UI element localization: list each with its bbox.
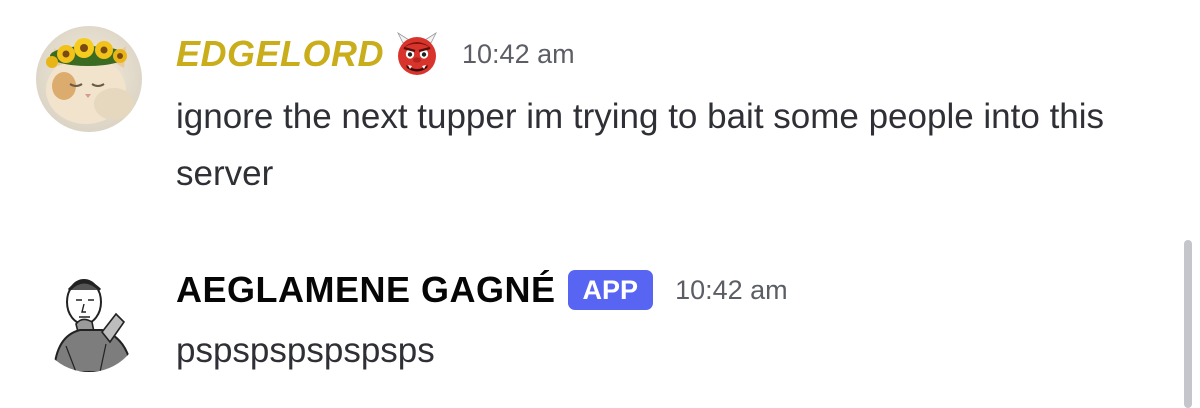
message-content: ignore the next tupper im trying to bait… xyxy=(176,97,1105,193)
sketched-man-avatar-icon xyxy=(36,266,142,372)
ogre-face-icon xyxy=(394,31,440,77)
app-badge: APP xyxy=(567,270,654,310)
message-header: AEGLAMENE GAGNÉ APP 10:42 am xyxy=(176,268,788,312)
cat-avatar-icon xyxy=(36,26,142,132)
user-avatar[interactable] xyxy=(36,26,142,132)
message-content: pspspspspspsps xyxy=(176,331,435,370)
message-item: EDGELORD 10:42 am ignore the next tupper… xyxy=(0,22,1170,212)
user-avatar[interactable] xyxy=(36,266,142,372)
username[interactable]: AEGLAMENE GAGNÉ xyxy=(176,269,556,311)
username[interactable]: EDGELORD xyxy=(176,33,384,75)
timestamp: 10:42 am xyxy=(462,38,575,69)
timestamp: 10:42 am xyxy=(675,274,788,305)
scrollbar[interactable] xyxy=(1184,240,1192,408)
message-header: EDGELORD 10:42 am xyxy=(176,31,575,77)
message-item: AEGLAMENE GAGNÉ APP 10:42 am pspspspspsp… xyxy=(0,258,1170,378)
